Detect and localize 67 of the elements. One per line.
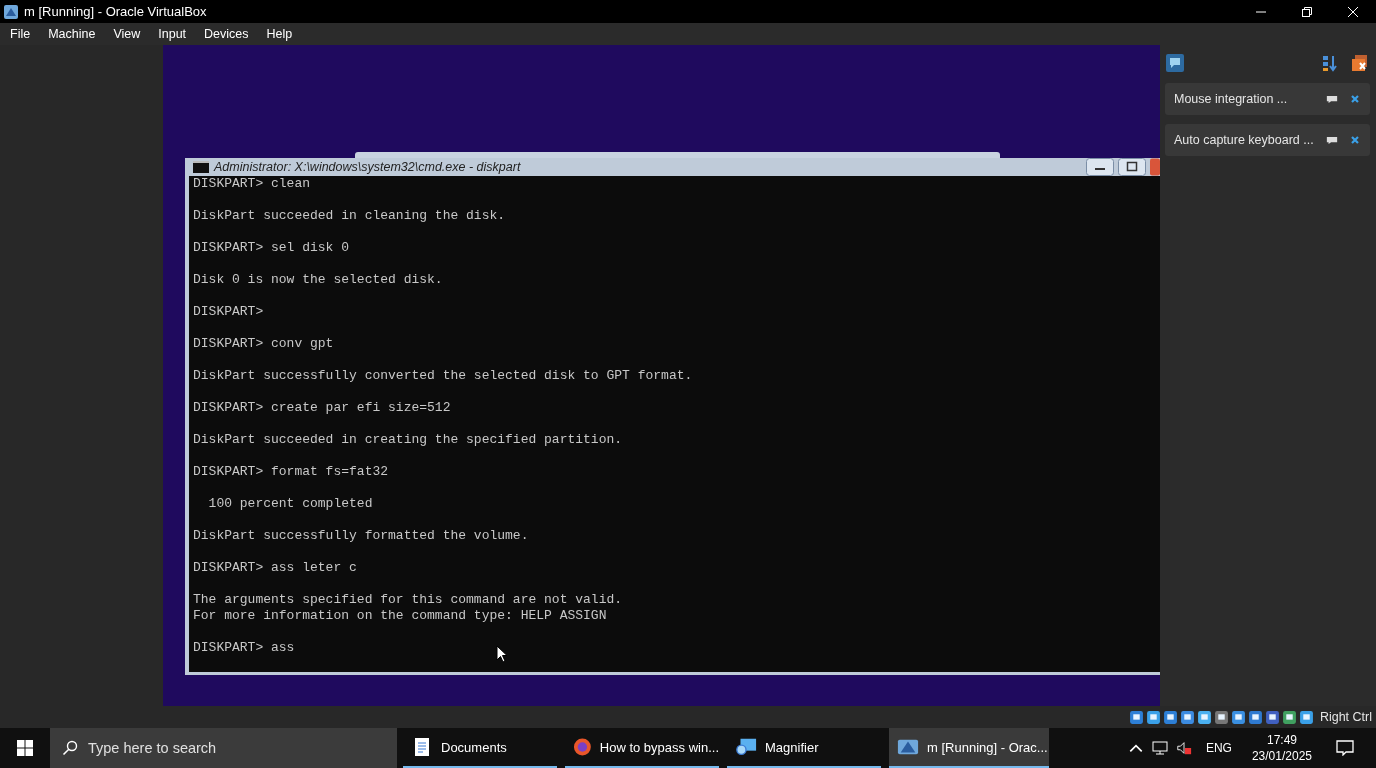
magnifier-icon (735, 737, 757, 757)
notification-text: Mouse integration ... (1174, 92, 1289, 106)
vm-screen[interactable] (163, 45, 1160, 706)
console-line: 100 percent completed (207, 496, 373, 512)
console-line: DISKPART> format fs=fat32 (193, 464, 389, 480)
menu-item[interactable]: Machine (48, 27, 96, 41)
search-field[interactable]: Type here to search (50, 728, 397, 768)
console-line: DiskPart succeeded in creating the specified partition. (193, 432, 623, 448)
language-indicator[interactable]: ENG (1205, 741, 1232, 755)
console-line: DISKPART> ass (193, 640, 295, 656)
browser-icon (573, 737, 592, 757)
status-icon[interactable] (1196, 709, 1212, 725)
status-icon[interactable] (1298, 709, 1314, 725)
notifications-icon[interactable] (1336, 740, 1354, 756)
taskbar-app[interactable]: Magnifier (727, 728, 881, 768)
console-line: Disk 0 is now the selected disk. (193, 272, 443, 288)
notification-icon[interactable] (1165, 53, 1185, 73)
console-line: For more information on the command type: HELP ASSIGN (193, 608, 607, 624)
console-line: DISKPART> create par efi size=512 (193, 400, 451, 416)
console-line: DISKPART> ass leter c (193, 560, 357, 576)
console-title: Administrator: X:\windows\system32\cmd.exe - diskpart (214, 160, 521, 174)
menu-item[interactable]: Input (158, 27, 187, 41)
speech-bubble-icon[interactable] (1326, 94, 1338, 104)
console-line: DISKPART> clean (193, 176, 311, 192)
console-line: DiskPart successfully formatted the volume. (193, 528, 529, 544)
notification-text: Auto capture keyboard ... (1174, 133, 1314, 147)
status-icon[interactable] (1162, 709, 1178, 725)
status-icon[interactable] (1247, 709, 1263, 725)
windows-start-icon[interactable] (17, 740, 33, 756)
window-title: m [Running] - Oracle VirtualBox (24, 4, 207, 19)
sort-icon[interactable] (1320, 53, 1340, 73)
maximize-icon[interactable] (1301, 5, 1313, 18)
menu-item[interactable]: File (10, 27, 31, 41)
taskbar-app[interactable]: Documents (403, 728, 557, 768)
console-line: DiskPart successfully converted the selected disk to GPT format. (193, 368, 693, 384)
console-line: DISKPART> conv gpt (193, 336, 334, 352)
status-icon[interactable] (1281, 709, 1297, 725)
menu-item[interactable]: Help (266, 27, 293, 41)
taskbar-app[interactable]: How to bypass win... (565, 728, 719, 768)
network-icon[interactable] (1151, 740, 1168, 756)
menu-item[interactable]: Devices (204, 27, 249, 41)
console-line: The arguments specified for this command are not valid. (193, 592, 623, 608)
virtualbox-icon (897, 737, 919, 757)
clock-time[interactable]: 17:49 (1266, 732, 1297, 748)
status-icon[interactable] (1179, 709, 1195, 725)
clock-date[interactable]: 23/01/2025 (1251, 748, 1312, 764)
status-icon[interactable] (1145, 709, 1161, 725)
maximize-icon[interactable] (1118, 158, 1146, 176)
mouse-cursor-icon (496, 644, 508, 664)
taskbar-app[interactable]: m [Running] - Orac... (889, 728, 1049, 768)
status-icon[interactable] (1230, 709, 1246, 725)
host-key-label: Right Ctrl (1319, 710, 1372, 724)
console-icon (193, 161, 209, 173)
minimize-icon[interactable] (1086, 158, 1114, 176)
console-line: DiskPart succeeded in cleaning the disk. (193, 208, 506, 224)
console-line: DISKPART> (193, 304, 264, 320)
speech-bubble-icon[interactable] (1326, 135, 1338, 145)
virtualbox-icon (3, 3, 19, 20)
notification-item[interactable]: Auto capture keyboard ... (1165, 124, 1370, 156)
clear-all-icon[interactable] (1350, 53, 1370, 73)
console-line: DISKPART> sel disk 0 (193, 240, 350, 256)
status-icon[interactable] (1128, 709, 1144, 725)
status-icon[interactable] (1213, 709, 1229, 725)
volume-muted-icon[interactable] (1175, 740, 1192, 756)
notification-item[interactable]: Mouse integration ... (1165, 83, 1370, 115)
menu-item[interactable]: View (113, 27, 141, 41)
status-icon[interactable] (1264, 709, 1280, 725)
